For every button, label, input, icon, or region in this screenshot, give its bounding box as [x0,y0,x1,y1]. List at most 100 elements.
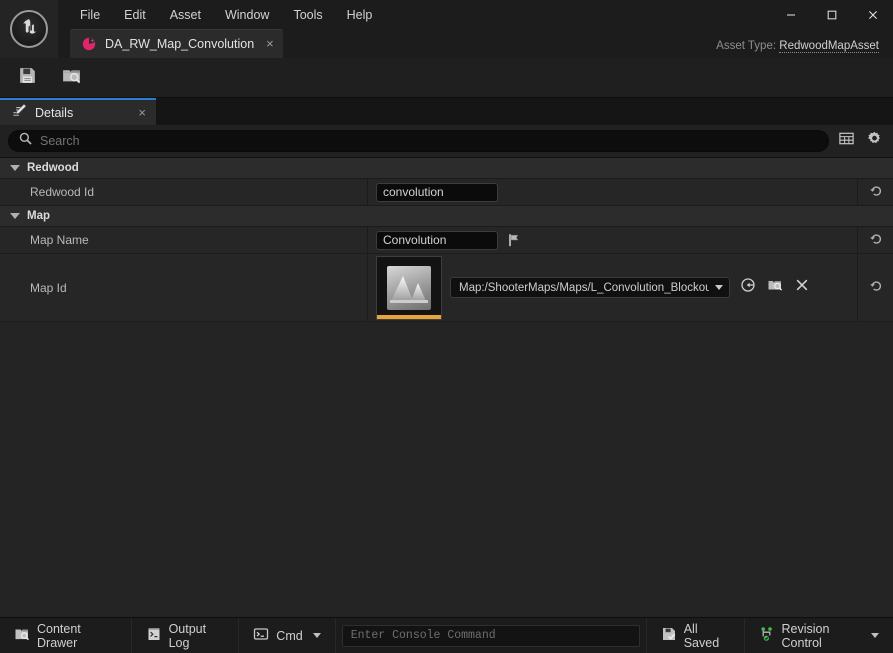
menu-window[interactable]: Window [213,4,281,26]
redwood-id-input[interactable]: convolution [376,182,498,202]
redwood-id-reset-button[interactable] [857,179,893,205]
revision-control-label: Revision Control [781,621,830,650]
details-tab-label: Details [35,105,74,120]
reset-arrow-icon [869,278,883,297]
category-map[interactable]: Map [0,206,893,227]
menu-bar: File Edit Asset Window Tools Help [58,0,893,29]
content-drawer-button[interactable]: Content Drawer [0,618,132,653]
all-saved-label: All Saved [683,621,720,650]
menu-tools[interactable]: Tools [281,4,334,26]
asset-tab-close-icon[interactable]: × [266,37,274,50]
details-pencil-icon [12,103,27,123]
menu-asset[interactable]: Asset [158,4,213,26]
cmd-label: Cmd [276,628,303,643]
browse-button[interactable] [58,65,84,91]
search-input[interactable] [40,134,818,148]
details-body: Redwood Redwood Id convolution [0,125,893,617]
unreal-editor-window: File Edit Asset Window Tools Help DA_RW_… [0,0,893,653]
details-search-row [0,125,893,157]
app-logo[interactable] [0,0,58,58]
map-id-value-cell: Map:/ShooterMaps/Maps/L_Convolution_Bloc… [368,254,857,321]
tab-details[interactable]: Details × [0,98,156,125]
asset-tab[interactable]: DA_RW_Map_Convolution × [70,29,283,58]
details-tab-close-icon[interactable]: × [138,105,146,120]
map-thumbnail-icon [387,265,431,310]
title-right: File Edit Asset Window Tools Help DA_RW_… [58,0,893,58]
use-selected-asset-button[interactable] [765,278,784,297]
revision-control-button[interactable]: Revision Control [743,618,893,653]
title-bar: File Edit Asset Window Tools Help DA_RW_… [0,0,893,58]
menu-file[interactable]: File [68,4,112,26]
map-name-reset-button[interactable] [857,227,893,253]
property-row-map-name: Map Name Convolution [0,227,893,254]
property-row-redwood-id: Redwood Id convolution [0,179,893,206]
property-row-map-id: Map Id Map:/ShooterMaps/Maps/L_Convoluti… [0,254,893,322]
reset-arrow-icon [869,231,883,250]
asset-tab-label: DA_RW_Map_Convolution [105,37,255,51]
table-grid-icon [838,130,855,152]
save-check-icon [661,626,677,645]
browse-folder-icon [61,65,82,91]
content-drawer-icon [14,626,30,645]
property-list: Redwood Redwood Id convolution Map Map N… [0,157,893,617]
close-button[interactable] [852,0,893,29]
search-field-wrap[interactable] [8,130,829,152]
clear-asset-button[interactable] [792,278,811,297]
asset-type-label: Asset Type: [716,40,777,52]
chevron-down-icon[interactable] [871,633,879,638]
category-map-label: Map [27,210,50,222]
map-name-label: Map Name [0,227,368,253]
window-controls [770,0,893,29]
cmd-prompt-icon [253,626,269,645]
map-id-label: Map Id [0,254,368,321]
menu-edit[interactable]: Edit [112,4,158,26]
map-thumbnail[interactable] [376,255,442,320]
status-bar: Content Drawer Output Log Cmd Enter Cons… [0,617,893,653]
save-button[interactable] [14,65,40,91]
category-redwood[interactable]: Redwood [0,158,893,179]
content-drawer-label: Content Drawer [37,621,81,650]
save-icon [17,65,38,91]
map-name-value-cell: Convolution [368,227,857,253]
output-log-icon [146,626,162,645]
chevron-down-icon [10,165,20,171]
console-command-wrap [336,618,646,653]
data-asset-icon [81,36,97,52]
use-selected-asset-icon [767,277,783,298]
details-panel: Details × Search Redwood Redwood Id conv… [0,98,893,617]
category-redwood-label: Redwood [27,162,79,174]
reset-arrow-icon [869,183,883,202]
all-saved-button[interactable]: All Saved [645,618,744,653]
column-settings-button[interactable] [835,130,857,152]
asset-type-indicator: Asset Type: RedwoodMapAsset [716,40,879,53]
gear-icon [866,130,883,152]
revision-control-icon [759,626,775,645]
console-command-input[interactable] [341,624,640,647]
status-bar-right: All Saved Revision Control [645,618,893,653]
unreal-engine-logo-icon [10,10,48,48]
map-id-asset-path: Map:/ShooterMaps/Maps/L_Convolution_Bloc… [459,281,709,294]
thumbnail-accent-bar [377,314,441,319]
redwood-id-label: Redwood Id [0,179,368,205]
output-log-label: Output Log [168,621,207,650]
redwood-id-value-cell: convolution [368,179,857,205]
asset-toolbar [0,58,893,98]
view-options-button[interactable] [863,130,885,152]
cmd-button[interactable]: Cmd [239,618,336,653]
localization-flag-icon[interactable] [506,232,522,248]
chevron-down-icon[interactable] [312,633,321,638]
asset-type-value[interactable]: RedwoodMapAsset [779,40,879,53]
map-id-reset-button[interactable] [857,254,893,321]
menu-help[interactable]: Help [335,4,385,26]
map-id-asset-picker[interactable]: Map:/ShooterMaps/Maps/L_Convolution_Bloc… [450,277,730,298]
chevron-down-icon [10,213,20,219]
search-icon [19,132,32,150]
output-log-button[interactable]: Output Log [132,618,240,653]
details-tab-row: Details × [0,98,893,125]
chevron-down-icon [715,285,723,290]
map-name-input[interactable]: Convolution [376,230,498,250]
browse-to-asset-button[interactable] [738,278,757,297]
maximize-button[interactable] [811,0,852,29]
browse-to-asset-icon [740,277,756,298]
minimize-button[interactable] [770,0,811,29]
